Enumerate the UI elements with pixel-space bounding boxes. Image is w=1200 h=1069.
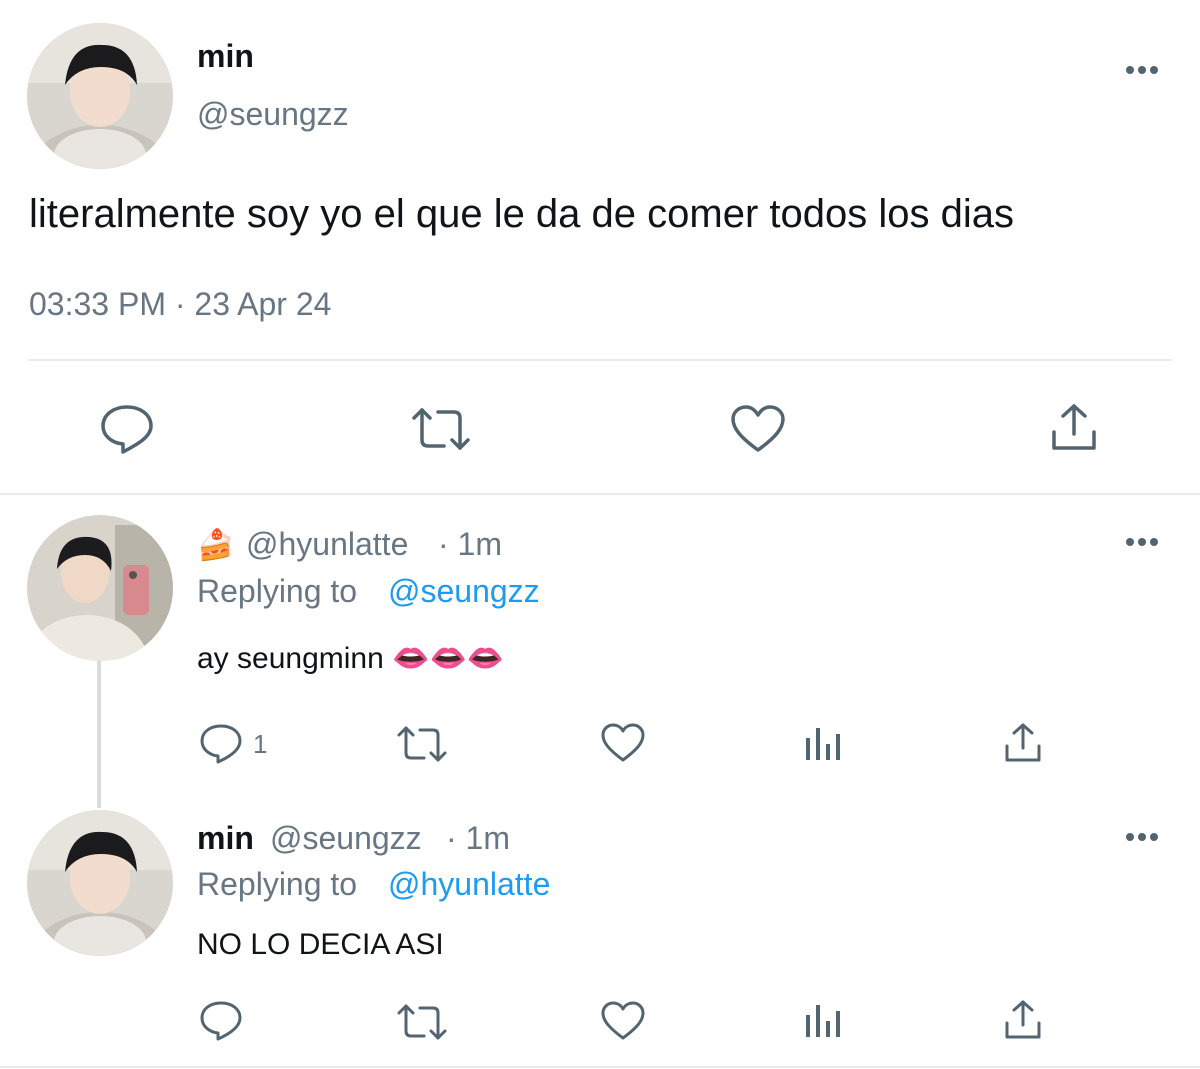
reply-handle[interactable]: @seungzz [270, 820, 422, 857]
more-dots-icon[interactable] [1124, 536, 1160, 548]
heart-icon[interactable] [600, 722, 646, 764]
replying-to-label: Replying to [197, 573, 358, 609]
reply-emoji: 🍰 [197, 529, 235, 562]
avatar-hyunlatte[interactable] [27, 515, 173, 661]
reply-text: ay seungminn 👄👄👄 [197, 642, 505, 675]
bar-chart-icon[interactable] [804, 724, 844, 764]
replying-to-link[interactable]: @seungzz [388, 573, 540, 610]
divider [28, 359, 1172, 361]
display-name[interactable]: min [197, 38, 254, 75]
tweet-text: literalmente soy yo el que le da de come… [29, 192, 1014, 236]
handle[interactable]: @seungzz [197, 96, 349, 133]
share-icon[interactable] [1002, 722, 1044, 764]
heart-icon[interactable] [600, 1000, 646, 1042]
bottom-divider [0, 1066, 1200, 1068]
bar-chart-icon[interactable] [804, 1001, 844, 1041]
tweet-timestamp[interactable]: 03:33 PM · 23 Apr 24 [29, 286, 331, 323]
more-dots-icon[interactable] [1124, 831, 1160, 843]
replying-to-link[interactable]: @hyunlatte [388, 866, 550, 903]
replying-to-label: Replying to [197, 866, 358, 902]
section-divider [0, 493, 1200, 495]
thread-line [97, 660, 101, 808]
more-dots-icon[interactable] [1124, 64, 1160, 76]
reply-count: 1 [253, 729, 268, 759]
share-icon[interactable] [1002, 999, 1044, 1041]
reply-text: NO LO DECIA ASI [197, 928, 444, 961]
reply-icon[interactable] [100, 404, 154, 454]
retweet-icon[interactable] [396, 1003, 448, 1041]
heart-icon[interactable] [730, 404, 786, 454]
retweet-icon[interactable] [410, 406, 472, 452]
avatar-main[interactable] [27, 23, 173, 169]
reply-time: · 1m [446, 820, 510, 856]
reply-handle[interactable]: @hyunlatte [246, 526, 408, 563]
avatar-reply-min[interactable] [27, 810, 173, 956]
display-name[interactable]: min [197, 820, 254, 857]
retweet-icon[interactable] [396, 725, 448, 763]
reply-time: · 1m [438, 526, 502, 562]
share-icon[interactable] [1048, 402, 1100, 454]
reply-icon[interactable] [199, 1000, 243, 1042]
reply-icon[interactable] [199, 723, 243, 765]
